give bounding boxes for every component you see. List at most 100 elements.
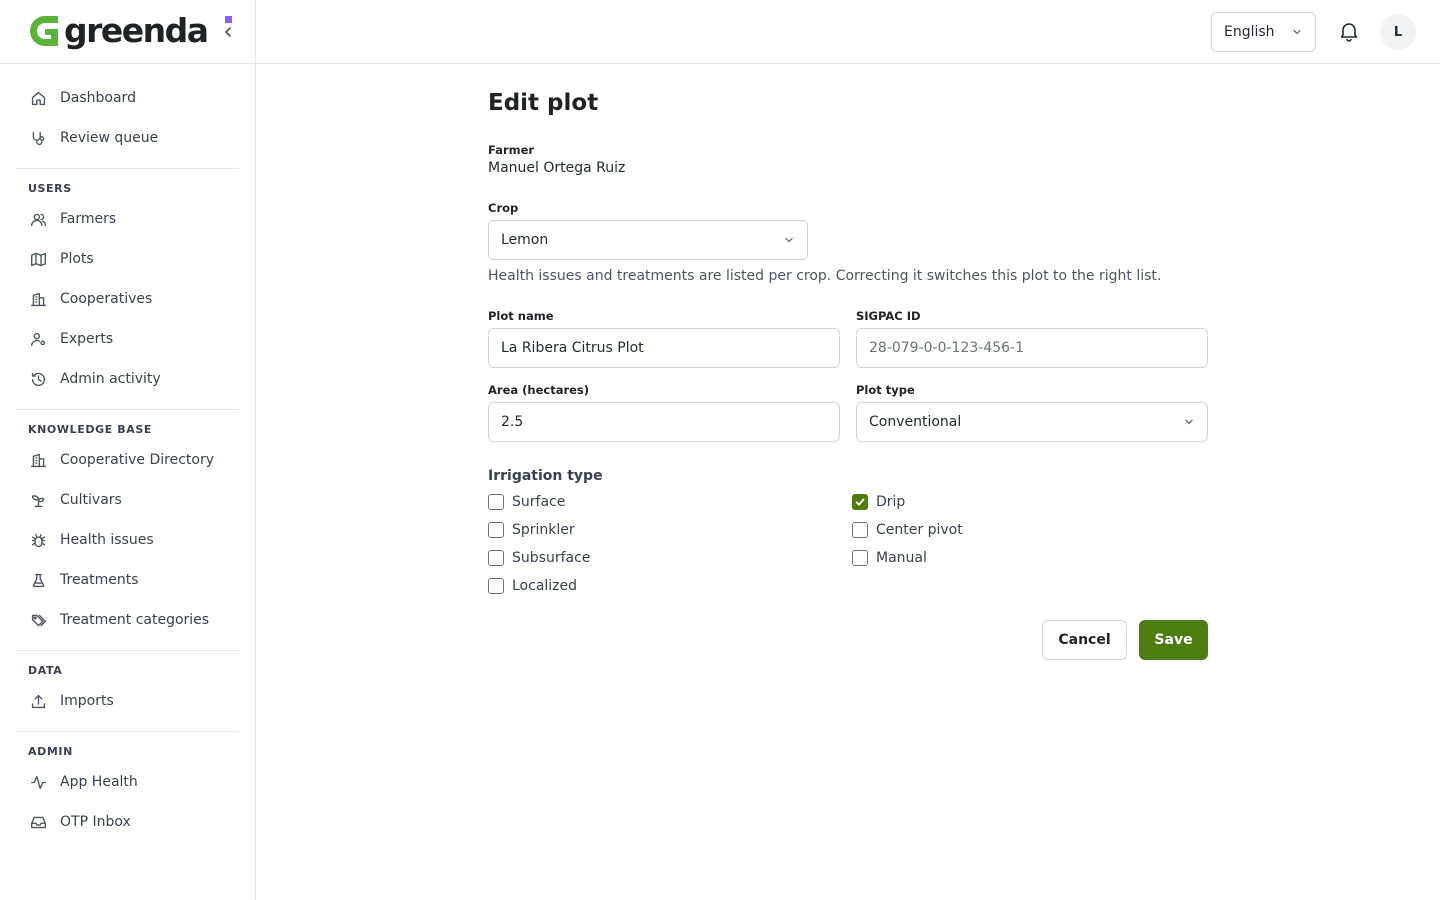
sidebar-item-label: Cooperative Directory xyxy=(60,452,214,468)
irrigation-option-drip[interactable]: Drip xyxy=(852,494,905,510)
flask-icon xyxy=(28,570,48,590)
irrigation-option-localized[interactable]: Localized xyxy=(488,578,577,594)
area-value: 2.5 xyxy=(501,414,524,430)
sidebar-item-label: Experts xyxy=(60,331,114,347)
section-title-admin: ADMIN xyxy=(28,745,73,758)
farmer-name: Manuel Ortega Ruiz xyxy=(488,160,626,176)
checkbox[interactable] xyxy=(852,550,868,566)
sidebar-item-plots[interactable]: Plots xyxy=(16,239,239,279)
nav-group-data: DATA Imports xyxy=(16,651,239,732)
irrigation-option-subsurface[interactable]: Subsurface xyxy=(488,550,590,566)
plot-type-select[interactable]: Conventional xyxy=(856,402,1208,442)
building-icon xyxy=(28,450,48,470)
sidebar-item-label: Cooperatives xyxy=(60,291,153,307)
area-label: Area (hectares) xyxy=(488,383,590,397)
nav-group-knowledge-base: KNOWLEDGE BASE Cooperative Directory Cul… xyxy=(16,410,239,651)
option-label: Surface xyxy=(512,494,566,510)
sprout-icon xyxy=(28,490,48,510)
sidebar-item-cultivars[interactable]: Cultivars xyxy=(16,480,239,520)
irrigation-type-label: Irrigation type xyxy=(488,468,603,484)
page-title: Edit plot xyxy=(488,90,599,116)
option-label: Center pivot xyxy=(876,522,963,538)
crop-select[interactable]: Lemon xyxy=(488,220,808,260)
sidebar-item-otp-inbox[interactable]: OTP Inbox xyxy=(16,802,239,842)
chevron-down-icon xyxy=(785,237,793,243)
brand-logo[interactable]: greenda xyxy=(28,14,232,48)
map-icon xyxy=(28,249,48,269)
avatar[interactable]: L xyxy=(1380,14,1416,50)
section-title-users: USERS xyxy=(28,182,72,195)
inbox-icon xyxy=(28,812,48,832)
checkbox[interactable] xyxy=(488,550,504,566)
nav-group-main: Dashboard Review queue xyxy=(16,78,239,169)
sidebar-item-label: Admin activity xyxy=(60,371,161,387)
area-input[interactable]: 2.5 xyxy=(488,402,840,442)
crop-value: Lemon xyxy=(501,232,549,248)
collapse-sidebar-button[interactable] xyxy=(218,22,238,42)
section-title-knowledge-base: KNOWLEDGE BASE xyxy=(28,423,152,436)
sidebar-item-admin-activity[interactable]: Admin activity xyxy=(16,359,239,399)
crop-label: Crop xyxy=(488,201,519,215)
upload-icon xyxy=(28,691,48,711)
section-title-data: DATA xyxy=(28,664,63,677)
save-button[interactable]: Save xyxy=(1139,620,1208,660)
sidebar-item-cooperatives[interactable]: Cooperatives xyxy=(16,279,239,319)
irrigation-option-manual[interactable]: Manual xyxy=(852,550,927,566)
checkbox[interactable] xyxy=(852,522,868,538)
irrigation-option-surface[interactable]: Surface xyxy=(488,494,565,510)
language-value: English xyxy=(1224,24,1275,40)
checkbox[interactable] xyxy=(852,494,868,510)
nav-group-users: USERS Farmers Plots Cooperatives Experts… xyxy=(16,169,239,410)
nav-group-admin: ADMIN App Health OTP Inbox xyxy=(16,732,239,842)
checkbox[interactable] xyxy=(488,578,504,594)
bug-icon xyxy=(28,530,48,550)
irrigation-option-center-pivot[interactable]: Center pivot xyxy=(852,522,963,538)
greenda-logo-icon xyxy=(30,16,58,46)
sidebar-item-experts[interactable]: Experts xyxy=(16,319,239,359)
sidebar-item-treatment-categories[interactable]: Treatment categories xyxy=(16,600,239,640)
sidebar-item-label: Treatments xyxy=(60,572,139,588)
sidebar-item-health-issues[interactable]: Health issues xyxy=(16,520,239,560)
stethoscope-icon xyxy=(28,128,48,148)
language-select[interactable]: English xyxy=(1211,12,1316,52)
sidebar-item-review-queue[interactable]: Review queue xyxy=(16,118,239,158)
users-icon xyxy=(28,209,48,229)
sidebar-item-app-health[interactable]: App Health xyxy=(16,762,239,802)
checkbox[interactable] xyxy=(488,522,504,538)
sidebar-item-label: Dashboard xyxy=(60,90,136,106)
sigpac-input[interactable]: 28-079-0-0-123-456-1 xyxy=(856,328,1208,368)
sigpac-placeholder: 28-079-0-0-123-456-1 xyxy=(869,340,1025,356)
activity-icon xyxy=(28,772,48,792)
crop-help-text: Health issues and treatments are listed … xyxy=(488,268,1162,284)
sidebar-item-label: Health issues xyxy=(60,532,154,548)
building-icon xyxy=(28,289,48,309)
sidebar-item-label: App Health xyxy=(60,774,138,790)
option-label: Drip xyxy=(876,494,906,510)
plot-name-input[interactable]: La Ribera Citrus Plot xyxy=(488,328,840,368)
option-label: Manual xyxy=(876,550,927,566)
sidebar-item-treatments[interactable]: Treatments xyxy=(16,560,239,600)
checkmark-icon xyxy=(855,498,865,506)
sidebar-item-label: OTP Inbox xyxy=(60,814,131,830)
cancel-button[interactable]: Cancel xyxy=(1042,620,1127,660)
sidebar-item-label: Plots xyxy=(60,251,94,267)
plot-name-label: Plot name xyxy=(488,309,554,323)
sidebar-item-imports[interactable]: Imports xyxy=(16,681,239,721)
top-bar: English L xyxy=(256,0,1440,64)
sidebar-item-dashboard[interactable]: Dashboard xyxy=(16,78,239,118)
sidebar-item-cooperative-directory[interactable]: Cooperative Directory xyxy=(16,440,239,480)
sidebar-item-label: Farmers xyxy=(60,211,117,227)
option-label: Sprinkler xyxy=(512,522,575,538)
farmer-label: Farmer xyxy=(488,143,535,157)
plot-name-value: La Ribera Citrus Plot xyxy=(501,340,644,356)
chevron-down-icon xyxy=(1293,29,1301,35)
irrigation-option-sprinkler[interactable]: Sprinkler xyxy=(488,522,575,538)
plot-type-value: Conventional xyxy=(869,414,962,430)
checkbox[interactable] xyxy=(488,494,504,510)
option-label: Subsurface xyxy=(512,550,591,566)
bell-icon[interactable] xyxy=(1338,20,1360,42)
chevron-left-icon xyxy=(225,27,231,37)
sidebar-item-label: Treatment categories xyxy=(60,612,210,628)
home-icon xyxy=(28,88,48,108)
sidebar-item-farmers[interactable]: Farmers xyxy=(16,199,239,239)
